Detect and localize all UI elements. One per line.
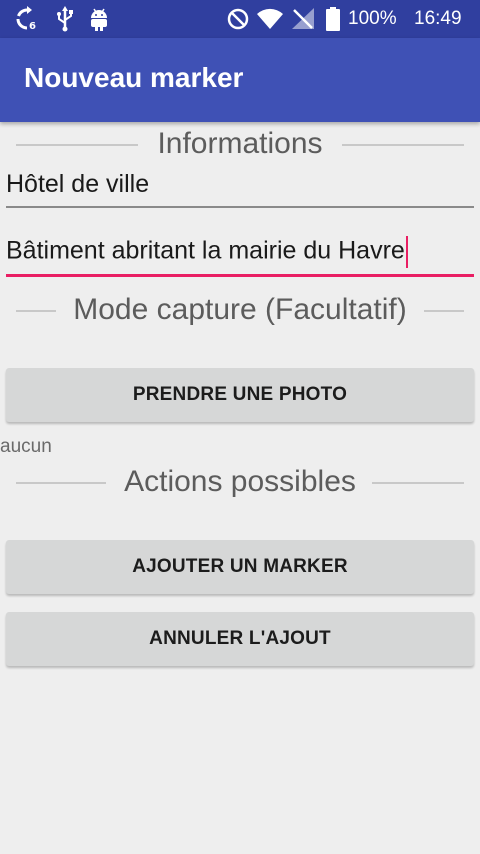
section-informations: Informations	[0, 124, 480, 164]
sync-icon: 6	[16, 6, 36, 32]
clock: 16:49	[414, 8, 462, 29]
photo-status-text: aucun	[0, 436, 52, 457]
no-sim-icon	[292, 8, 314, 29]
battery-percent: 100%	[348, 8, 397, 29]
do-not-disturb-icon	[227, 8, 249, 30]
description-field-value: Bâtiment abritant la mairie du Havre	[6, 236, 474, 268]
svg-text:6: 6	[29, 21, 36, 32]
add-marker-button[interactable]: AJOUTER UN MARKER	[6, 540, 474, 594]
description-field-underline	[6, 274, 474, 277]
section-capture: Mode capture (Facultatif)	[0, 290, 480, 330]
section-actions: Actions possibles	[0, 462, 480, 502]
section-title-capture: Mode capture (Facultatif)	[73, 293, 407, 326]
android-icon	[91, 8, 107, 31]
name-field[interactable]: Hôtel de ville	[6, 170, 474, 210]
name-field-underline	[6, 206, 474, 208]
usb-icon	[57, 6, 73, 32]
cancel-add-button[interactable]: ANNULER L'AJOUT	[6, 612, 474, 666]
page-title: Nouveau marker	[24, 62, 244, 93]
divider-right	[372, 482, 464, 484]
take-photo-button[interactable]: PRENDRE UNE PHOTO	[6, 368, 474, 422]
divider-right	[342, 144, 464, 146]
wifi-icon	[257, 8, 283, 29]
name-field-value: Hôtel de ville	[6, 170, 150, 198]
text-cursor	[405, 236, 408, 268]
divider-right	[424, 310, 464, 312]
status-bar: 6 100% 16:49	[0, 0, 480, 38]
description-field[interactable]: Bâtiment abritant la mairie du Havre	[6, 236, 474, 278]
description-text: Bâtiment abritant la mairie du Havre	[6, 236, 405, 265]
app-bar: Nouveau marker	[0, 38, 480, 122]
battery-icon	[326, 7, 340, 31]
